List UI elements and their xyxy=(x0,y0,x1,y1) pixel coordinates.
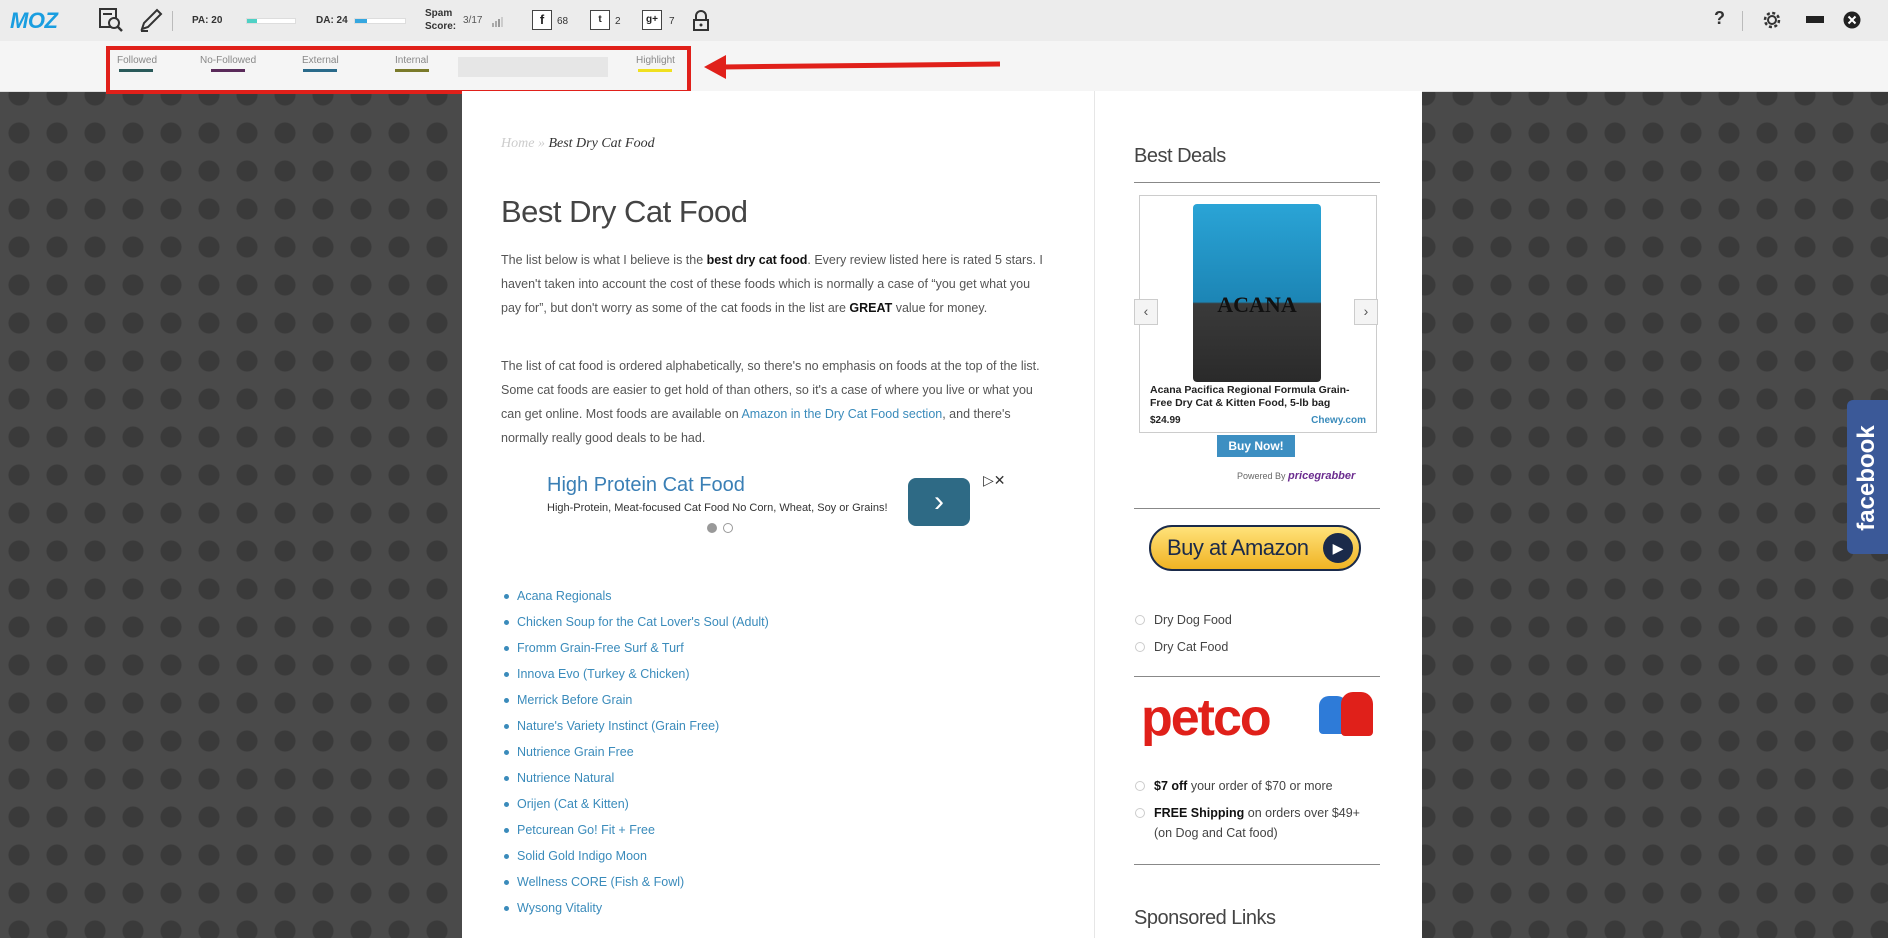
signal-bars-icon xyxy=(492,14,504,32)
gear-icon[interactable] xyxy=(1760,8,1784,37)
product-image-brand: ACANA xyxy=(1217,292,1297,317)
buy-now-button[interactable]: Buy Now! xyxy=(1217,435,1295,457)
ad-pager xyxy=(707,520,739,538)
twitter-icon[interactable]: t xyxy=(590,10,610,30)
food-link[interactable]: Nutrience Natural xyxy=(504,765,769,791)
ad-title[interactable]: High Protein Cat Food xyxy=(547,474,745,497)
sidebar-divider xyxy=(1134,508,1380,509)
second-paragraph: The list of cat food is ordered alphabet… xyxy=(501,354,1051,450)
food-link[interactable]: Fromm Grain-Free Surf & Turf xyxy=(504,635,769,661)
play-arrow-icon: ▶ xyxy=(1323,533,1353,563)
food-link[interactable]: Petcurean Go! Fit + Free xyxy=(504,817,769,843)
help-icon[interactable]: ? xyxy=(1714,8,1725,29)
spam-label-1: Spam xyxy=(425,8,453,19)
page-title: Best Dry Cat Food xyxy=(501,194,748,229)
page-analysis-icon[interactable] xyxy=(98,7,124,38)
product-image[interactable]: ACANA xyxy=(1193,204,1321,382)
petco-logo-text: petco xyxy=(1141,689,1272,747)
pricegrabber-logo[interactable]: pricegrabber xyxy=(1288,470,1355,482)
page-content: Home » Best Dry Cat Food Best Dry Cat Fo… xyxy=(462,91,1422,938)
mozbar-toolbar: MOZ PA: 20 DA: 24 Spam Score: 3/17 f 68 … xyxy=(0,0,1888,42)
column-divider xyxy=(1094,91,1095,938)
pa-label: PA: 20 xyxy=(192,15,223,26)
link-dry-dog-food[interactable]: Dry Dog Food xyxy=(1134,610,1232,630)
food-link[interactable]: Chicken Soup for the Cat Lover's Soul (A… xyxy=(504,609,769,635)
product-store[interactable]: Chewy.com xyxy=(1311,415,1366,426)
sponsored-links-heading: Sponsored Links xyxy=(1134,907,1276,929)
pa-bar-fill xyxy=(247,19,257,23)
ad-choices-close-icon[interactable]: ▷✕ xyxy=(983,472,1006,489)
toolbar-separator xyxy=(172,11,173,31)
intro-text-1: The list below is what I believe is the xyxy=(501,253,707,267)
minimize-icon[interactable] xyxy=(1806,16,1824,23)
best-deals-heading: Best Deals xyxy=(1134,145,1226,167)
petco-logo[interactable]: petco xyxy=(1139,688,1379,748)
lock-icon[interactable] xyxy=(692,10,710,37)
sidebar-divider xyxy=(1134,182,1380,183)
da-bar xyxy=(354,18,406,24)
ad-dot-active[interactable] xyxy=(707,523,717,533)
facebook-icon[interactable]: f xyxy=(532,10,552,30)
product-description[interactable]: Acana Pacifica Regional Formula Grain-Fr… xyxy=(1150,384,1370,410)
petco-deals: $7 off your order of $70 or more FREE Sh… xyxy=(1134,776,1374,843)
deal-seven-off[interactable]: $7 off your order of $70 or more xyxy=(1134,776,1374,796)
breadcrumb: Home » Best Dry Cat Food xyxy=(501,136,655,152)
food-link[interactable]: Wellness CORE (Fish & Fowl) xyxy=(504,869,769,895)
ad-unit[interactable]: High Protein Cat Food High-Protein, Meat… xyxy=(547,472,1006,546)
link-dry-cat-food[interactable]: Dry Cat Food xyxy=(1134,637,1232,657)
gplus-count: 7 xyxy=(669,16,675,27)
sidebar-divider xyxy=(1134,676,1380,677)
deal-free-shipping[interactable]: FREE Shipping on orders over $49+ (on Do… xyxy=(1134,803,1374,843)
deal-free-shipping-bold: FREE Shipping xyxy=(1154,806,1245,820)
ad-next-button[interactable]: › xyxy=(908,478,970,526)
intro-text-3: value for money. xyxy=(892,301,988,315)
deal-seven-off-bold: $7 off xyxy=(1154,779,1188,793)
food-link[interactable]: Acana Regionals xyxy=(504,583,769,609)
product-price: $24.99 xyxy=(1150,415,1181,426)
food-link[interactable]: Nutrience Grain Free xyxy=(504,739,769,765)
breadcrumb-separator: » xyxy=(537,136,545,151)
close-icon[interactable] xyxy=(1843,11,1861,34)
food-link[interactable]: Innova Evo (Turkey & Chicken) xyxy=(504,661,769,687)
annotation-highlight-box xyxy=(106,46,691,94)
category-links: Dry Dog Food Dry Cat Food xyxy=(1134,610,1232,657)
spam-score-value[interactable]: 3/17 xyxy=(463,15,482,26)
food-link[interactable]: Orijen (Cat & Kitten) xyxy=(504,791,769,817)
breadcrumb-home[interactable]: Home xyxy=(501,136,534,151)
facebook-tab-label: facebook xyxy=(1853,425,1880,531)
intro-bold-2: GREAT xyxy=(849,301,893,315)
spam-label-2: Score: xyxy=(425,21,457,32)
ad-dot[interactable] xyxy=(723,523,733,533)
pa-bar xyxy=(246,18,296,24)
intro-bold-1: best dry cat food xyxy=(706,253,808,267)
ad-subtitle: High-Protein, Meat-focused Cat Food No C… xyxy=(547,502,888,514)
carousel-prev-button[interactable]: ‹ xyxy=(1134,299,1158,325)
food-link[interactable]: Merrick Before Grain xyxy=(504,687,769,713)
da-label: DA: 24 xyxy=(316,15,348,26)
da-bar-fill xyxy=(355,19,367,23)
food-link[interactable]: Nature's Variety Instinct (Grain Free) xyxy=(504,713,769,739)
highlighter-icon[interactable] xyxy=(138,7,164,38)
gplus-icon[interactable]: g+ xyxy=(642,10,662,30)
amazon-dry-cat-food-link[interactable]: Amazon in the Dry Cat Food section xyxy=(741,407,942,421)
buy-at-amazon-button[interactable]: Buy at Amazon ▶ xyxy=(1149,525,1361,571)
powered-by-label: Powered By xyxy=(1237,471,1286,481)
twitter-count: 2 xyxy=(615,16,621,27)
carousel-next-button[interactable]: › xyxy=(1354,299,1378,325)
deal-seven-off-text: your order of $70 or more xyxy=(1187,779,1333,793)
food-link[interactable]: Solid Gold Indigo Moon xyxy=(504,843,769,869)
powered-by: Powered By pricegrabber xyxy=(1237,470,1355,482)
facebook-count: 68 xyxy=(557,16,569,27)
moz-logo[interactable]: MOZ xyxy=(10,8,58,34)
pricegrabber-widget[interactable]: ACANA Acana Pacifica Regional Formula Gr… xyxy=(1139,195,1377,433)
sidebar-divider xyxy=(1134,864,1380,865)
toolbar-separator-right xyxy=(1742,11,1743,31)
cat-food-list: Acana Regionals Chicken Soup for the Cat … xyxy=(501,583,769,921)
intro-paragraph: The list below is what I believe is the … xyxy=(501,248,1051,320)
food-link[interactable]: Wysong Vitality xyxy=(504,895,769,921)
facebook-side-tab[interactable]: facebook xyxy=(1847,400,1888,554)
breadcrumb-current: Best Dry Cat Food xyxy=(548,136,655,151)
buy-at-amazon-label: Buy at Amazon xyxy=(1167,535,1309,560)
petco-dog-icon xyxy=(1341,692,1373,736)
